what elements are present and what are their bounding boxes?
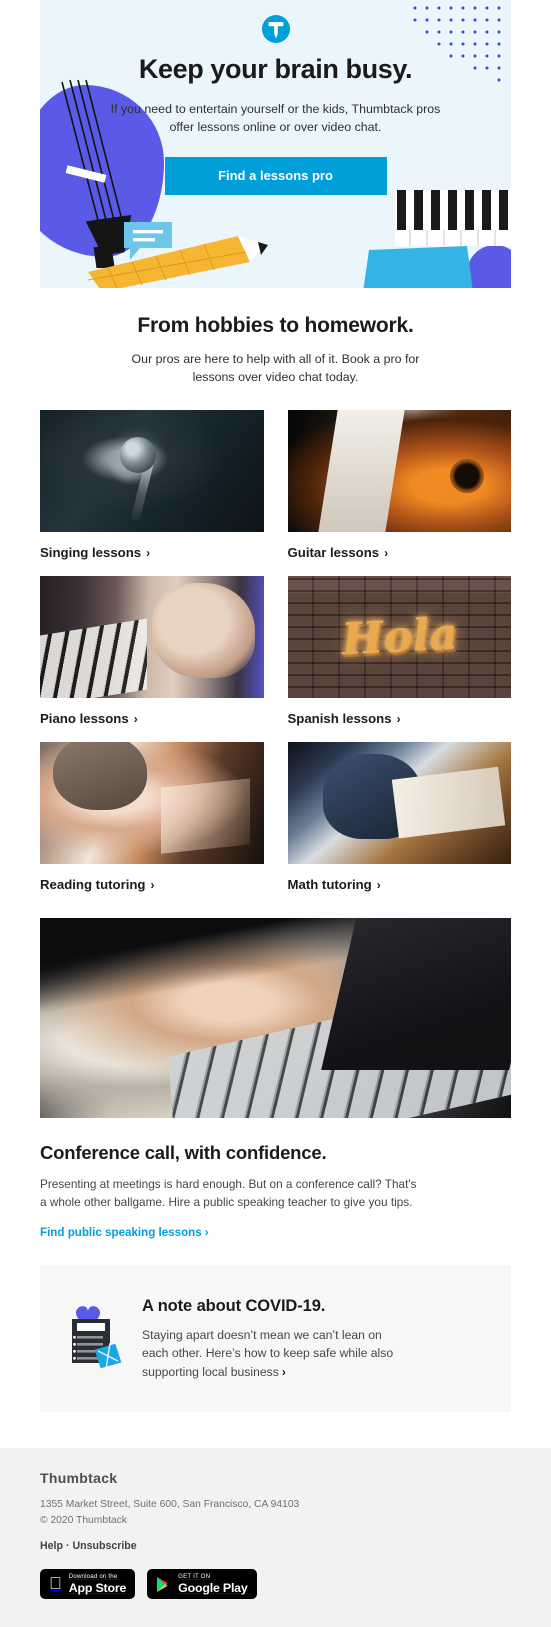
footer-address-block: 1355 Market Street, Suite 600, San Franc… — [40, 1497, 511, 1528]
pencil-illustration-icon — [88, 236, 268, 288]
lesson-link-spanish[interactable]: Spanish lessons › — [288, 711, 512, 726]
piano-hands-photo — [40, 575, 264, 698]
chevron-right-icon: › — [133, 711, 138, 726]
piano-keys-illustration-icon — [395, 190, 511, 246]
app-store-badge-big: App Store — [56, 1581, 127, 1595]
footer-links: Help · Unsubscribe — [40, 1540, 511, 1552]
microphone-photo — [40, 409, 264, 532]
conference-link-label: Find public speaking lessons — [40, 1225, 202, 1239]
lesson-card-spanish[interactable]: Spanish lessons › — [287, 575, 512, 742]
covid-note-card: A note about COVID-19. Staying apart doe… — [40, 1264, 511, 1413]
help-link[interactable]: Help — [40, 1540, 63, 1552]
lesson-link-singing[interactable]: Singing lessons › — [40, 545, 264, 560]
conference-body: Presenting at meetings is hard enough. B… — [40, 1176, 417, 1209]
lesson-label-spanish: Spanish lessons — [287, 710, 392, 726]
chevron-right-icon: › — [384, 545, 389, 560]
clipboard-heart-shield-icon — [72, 1305, 122, 1369]
google-play-badge-small: GET IT ON — [165, 1572, 210, 1580]
find-lessons-pro-button[interactable]: Find a lessons pro — [164, 157, 387, 196]
hola-sign-photo — [287, 575, 511, 698]
hero-subtitle: If you need to entertain yourself or the… — [110, 101, 441, 134]
chevron-right-icon: › — [150, 877, 155, 892]
laptop-lid-shape — [321, 917, 511, 1070]
lesson-link-math[interactable]: Math tutoring › — [288, 877, 512, 892]
covid-note-text: A note about COVID-19. Staying apart doe… — [142, 1293, 410, 1383]
child-writing-photo — [287, 741, 511, 864]
lesson-card-reading[interactable]: Reading tutoring › — [40, 741, 264, 908]
google-play-badge-text: GET IT ON Google Play — [165, 1572, 248, 1595]
intro-title: From hobbies to homework. — [137, 314, 414, 337]
lesson-link-reading[interactable]: Reading tutoring › — [40, 877, 264, 892]
google-play-icon — [157, 1576, 168, 1592]
lesson-card-math[interactable]: Math tutoring › — [287, 741, 512, 908]
lesson-label-math: Math tutoring — [287, 876, 372, 892]
footer-address: 1355 Market Street, Suite 600, San Franc… — [40, 1499, 300, 1511]
chevron-right-icon: › — [146, 545, 151, 560]
apple-logo-icon:  — [49, 1575, 62, 1592]
covid-note-body-text: Staying apart doesn’t mean we can’t lean… — [142, 1327, 394, 1380]
thumbtack-logo-icon — [261, 15, 290, 43]
covid-note-title: A note about COVID-19. — [142, 1296, 326, 1315]
chevron-right-icon: › — [376, 877, 381, 892]
email-body: Keep your brain busy. If you need to ent… — [0, 0, 551, 1627]
lesson-link-piano[interactable]: Piano lessons › — [40, 711, 264, 726]
find-public-speaking-lessons-link[interactable]: Find public speaking lessons › — [40, 1226, 209, 1239]
lesson-card-singing[interactable]: Singing lessons › — [40, 409, 264, 576]
hero-title: Keep your brain busy. — [138, 54, 413, 84]
lesson-label-piano: Piano lessons — [40, 710, 129, 726]
lesson-label-singing: Singing lessons — [40, 544, 142, 560]
purple-circle-shape — [467, 245, 511, 288]
lessons-grid: Singing lessons › Guitar lessons › Piano l… — [40, 409, 512, 908]
google-play-badge-big: Google Play — [165, 1581, 248, 1595]
footer-brand: Thumbtack — [40, 1470, 118, 1487]
lesson-card-piano[interactable]: Piano lessons › — [40, 575, 264, 742]
app-store-badge-text: Download on the App Store — [56, 1572, 127, 1595]
hands-typing-laptop-photo — [40, 917, 511, 1118]
lesson-label-reading: Reading tutoring — [40, 876, 146, 892]
unsubscribe-link[interactable]: Unsubscribe — [73, 1540, 137, 1552]
speech-bubble-illustration-icon — [124, 222, 172, 260]
blue-sheet-illustration-icon — [363, 246, 473, 288]
lesson-label-guitar: Guitar lessons — [287, 544, 380, 560]
lesson-card-guitar[interactable]: Guitar lessons › — [287, 409, 512, 576]
footer: Thumbtack 1355 Market Street, Suite 600,… — [0, 1448, 551, 1627]
hero-section: Keep your brain busy. If you need to ent… — [40, 0, 511, 288]
conference-section: Conference call, with confidence. Presen… — [40, 1142, 511, 1241]
intro-subtitle: Our pros are here to help with all of it… — [131, 352, 420, 385]
lesson-link-guitar[interactable]: Guitar lessons › — [288, 545, 512, 560]
conference-title: Conference call, with confidence. — [40, 1141, 327, 1163]
chevron-right-icon: › — [204, 1225, 209, 1239]
app-store-badge-small: Download on the — [56, 1572, 118, 1580]
chevron-right-icon: › — [396, 711, 401, 726]
footer-copyright: © 2020 Thumbtack — [40, 1514, 127, 1526]
app-store-badge[interactable]:  Download on the App Store — [40, 1569, 136, 1600]
guitar-player-photo — [287, 409, 511, 532]
app-store-badges:  Download on the App Store GET IT ON Go… — [40, 1569, 511, 1600]
footer-separator: · — [65, 1540, 70, 1553]
google-play-badge[interactable]: GET IT ON Google Play — [147, 1569, 257, 1600]
chevron-right-icon[interactable]: › — [282, 1365, 286, 1379]
child-reading-photo — [40, 741, 264, 864]
covid-note-body: Staying apart doesn’t mean we can’t lean… — [142, 1326, 410, 1383]
intro-section: From hobbies to homework. Our pros are h… — [0, 288, 551, 387]
